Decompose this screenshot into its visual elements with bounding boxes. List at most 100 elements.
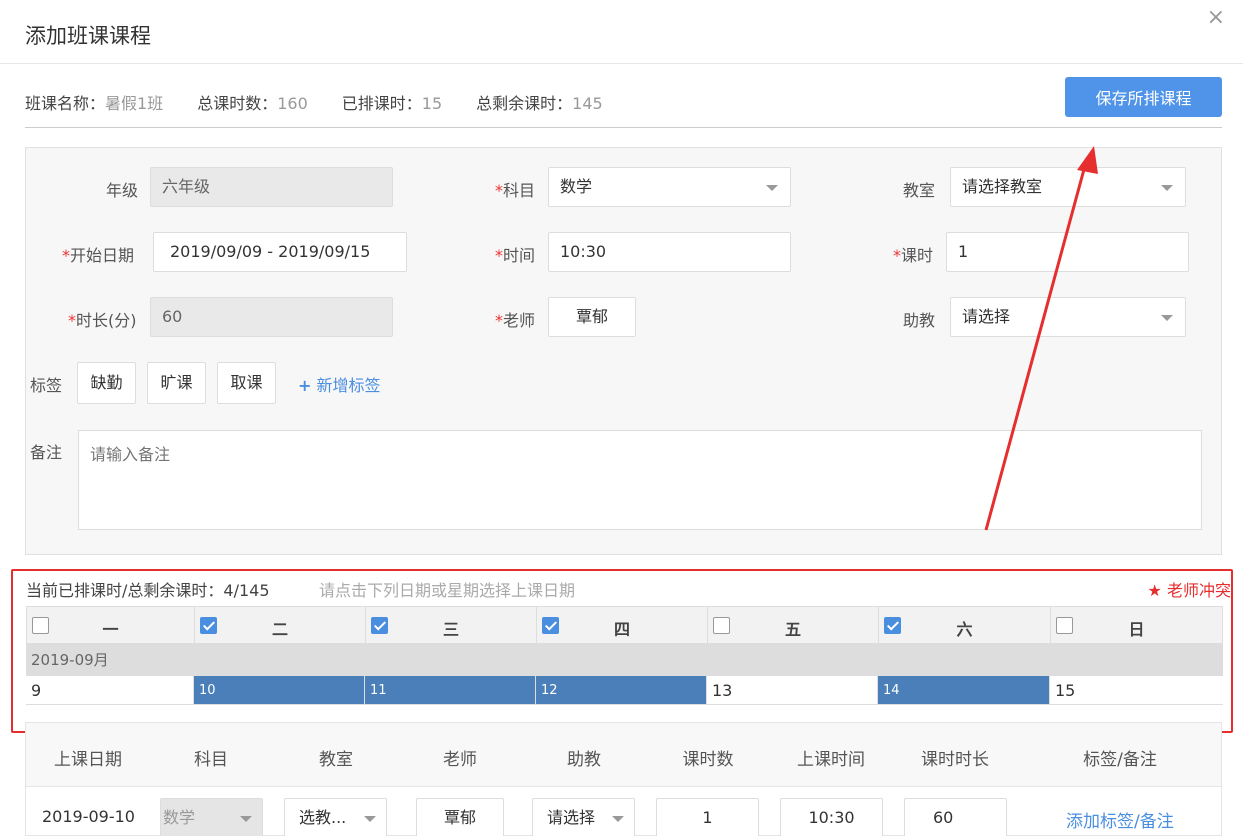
subject-select[interactable]: 数学 xyxy=(548,167,791,207)
time-label-text: 时间 xyxy=(503,246,536,265)
total-hours-value: 160 xyxy=(277,94,308,113)
schedule-summary: 当前已排课时/总剩余课时：4/145 xyxy=(26,581,270,600)
weekday-fri[interactable]: 五 xyxy=(708,607,879,643)
chevron-down-icon xyxy=(612,816,624,822)
weekday-label: 六 xyxy=(956,620,973,639)
weekday-header: 一 二 三 四 五 六 日 xyxy=(26,606,1223,644)
class-name-label: 班课名称： xyxy=(25,94,106,113)
add-tag-label: 新增标签 xyxy=(316,376,381,395)
col-room: 教室 xyxy=(319,750,353,770)
dialog-header: 添加班课课程 × xyxy=(0,0,1243,64)
dialog-title: 添加班课课程 xyxy=(25,24,151,48)
teacher-conflict-legend: ★ 老师冲突 xyxy=(1148,577,1231,601)
month-label: 2019-09月 xyxy=(26,644,1223,676)
assistant-placeholder: 请选择 xyxy=(962,307,1011,326)
col-assistant: 助教 xyxy=(567,750,601,770)
hours-label: *课时 xyxy=(893,242,933,266)
tag-cancel-button[interactable]: 取课 xyxy=(217,362,276,404)
row-room-select[interactable]: 选教... xyxy=(284,798,387,836)
required-mark: * xyxy=(495,181,503,200)
hours-label-text: 课时 xyxy=(901,246,934,265)
total-hours-info: 总课时数：160 xyxy=(197,90,308,114)
row-date: 2019-09-10 xyxy=(42,807,135,826)
weekday-label: 日 xyxy=(1128,620,1145,639)
divider xyxy=(25,127,1222,128)
assistant-label: 助教 xyxy=(903,311,936,330)
row-hours-input[interactable]: 1 xyxy=(656,798,759,836)
day-cell-selected[interactable]: 14 xyxy=(878,676,1050,704)
tag-truant-button[interactable]: 旷课 xyxy=(147,362,206,404)
remaining-hours-info: 总剩余课时：145 xyxy=(476,90,603,114)
room-select[interactable]: 请选择教室 xyxy=(950,167,1186,207)
total-hours-label: 总课时数： xyxy=(197,94,278,113)
chevron-down-icon xyxy=(240,816,252,822)
schedule-hint: 请点击下列日期或星期选择上课日期 xyxy=(319,581,576,600)
start-date-label: *开始日期 xyxy=(62,242,134,266)
scheduled-hours-info: 已排课时：15 xyxy=(342,90,442,114)
required-mark: * xyxy=(893,246,901,265)
day-cell-selected[interactable]: 10 xyxy=(194,676,365,704)
teacher-label: *老师 xyxy=(495,307,535,331)
required-mark: * xyxy=(495,246,503,265)
col-duration: 课时时长 xyxy=(921,750,989,770)
tag-absent-button[interactable]: 缺勤 xyxy=(77,362,136,404)
required-mark: * xyxy=(68,311,76,330)
add-tag-memo-link[interactable]: 添加标签/备注 xyxy=(1066,807,1174,832)
plus-icon: + xyxy=(298,376,312,395)
required-mark: * xyxy=(62,246,70,265)
star-icon: ★ xyxy=(1147,581,1162,600)
add-tag-link[interactable]: + 新增标签 xyxy=(298,372,381,396)
row-assistant-select[interactable]: 请选择 xyxy=(532,798,635,836)
subject-value: 数学 xyxy=(560,177,593,196)
col-hours: 课时数 xyxy=(682,750,734,770)
row-teacher-button[interactable]: 覃郁 xyxy=(416,798,504,836)
weekday-label: 四 xyxy=(613,620,630,639)
assistant-select[interactable]: 请选择 xyxy=(950,297,1186,337)
memo-label: 备注 xyxy=(30,443,63,462)
start-date-label-text: 开始日期 xyxy=(70,246,135,265)
start-date-range-input[interactable]: 2019/09/09 - 2019/09/15 xyxy=(153,232,407,272)
row-duration-input[interactable]: 60 xyxy=(904,798,1007,836)
col-tags: 标签/备注 xyxy=(1083,750,1157,770)
weekday-label: 三 xyxy=(442,620,459,639)
day-cell-selected[interactable]: 11 xyxy=(365,676,536,704)
course-form: 年级 六年级 *科目 数学 教室 请选择教室 *开始日期 2019/09/09 … xyxy=(25,147,1222,555)
col-time: 上课时间 xyxy=(797,750,865,770)
row-assistant-value: 请选择 xyxy=(547,808,596,827)
weekday-sat[interactable]: 六 xyxy=(879,607,1051,643)
row-time-input[interactable]: 10:30 xyxy=(780,798,883,836)
weekday-sun[interactable]: 日 xyxy=(1051,607,1222,643)
scheduled-hours-value: 15 xyxy=(421,94,443,113)
day-cell[interactable]: 15 xyxy=(1050,676,1223,704)
row-subject-select: 数学 xyxy=(160,798,263,836)
duration-field: 60 xyxy=(150,297,393,337)
teacher-button[interactable]: 覃郁 xyxy=(548,297,636,337)
class-info: 班课名称：暑假1班 总课时数：160 已排课时：15 总剩余课时：145 xyxy=(25,90,637,114)
weekday-tue[interactable]: 二 xyxy=(195,607,366,643)
class-name-info: 班课名称：暑假1班 xyxy=(25,90,163,114)
hours-input[interactable]: 1 xyxy=(946,232,1189,272)
subject-label: *科目 xyxy=(495,177,535,201)
time-input[interactable]: 10:30 xyxy=(548,232,791,272)
chevron-down-icon xyxy=(766,185,778,191)
day-cell-selected[interactable]: 12 xyxy=(536,676,707,704)
class-name-value: 暑假1班 xyxy=(105,94,164,113)
scheduled-courses-table: 上课日期 科目 教室 老师 助教 课时数 上课时间 课时时长 标签/备注 201… xyxy=(25,722,1222,836)
room-label: 教室 xyxy=(903,181,936,200)
save-courses-button[interactable]: 保存所排课程 xyxy=(1065,77,1222,117)
remaining-hours-label: 总剩余课时： xyxy=(476,94,573,113)
weekday-label: 五 xyxy=(784,620,801,639)
chevron-down-icon xyxy=(364,816,376,822)
schedule-picker: 当前已排课时/总剩余课时：4/145 请点击下列日期或星期选择上课日期 ★ 老师… xyxy=(11,569,1233,733)
weekday-mon[interactable]: 一 xyxy=(27,607,195,643)
memo-textarea[interactable] xyxy=(78,430,1202,530)
conflict-label: 老师冲突 xyxy=(1166,581,1231,600)
weekday-thu[interactable]: 四 xyxy=(537,607,708,643)
chevron-down-icon xyxy=(1161,185,1173,191)
table-row: 2019-09-10 数学 选教... 覃郁 请选择 1 10:30 60 添加… xyxy=(26,787,1221,836)
day-cell[interactable]: 13 xyxy=(707,676,878,704)
teacher-label-text: 老师 xyxy=(503,311,536,330)
close-icon[interactable]: × xyxy=(1207,5,1225,30)
weekday-wed[interactable]: 三 xyxy=(366,607,537,643)
day-cell[interactable]: 9 xyxy=(26,676,194,704)
